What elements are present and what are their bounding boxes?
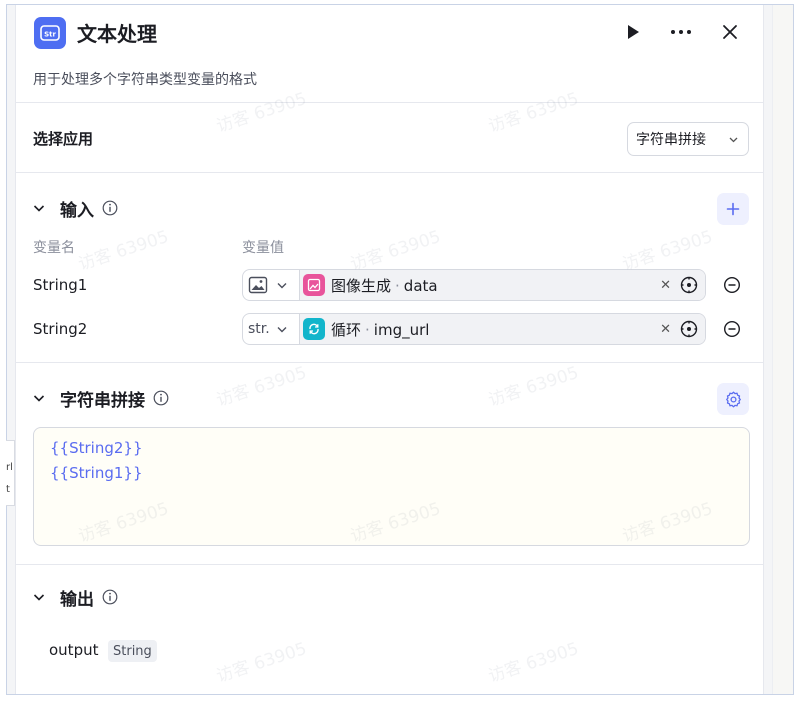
input-var-value-field[interactable]: 图像生成 · data ✕ (242, 269, 706, 301)
concat-template-editor[interactable]: {{String2}} {{String1}} (33, 427, 750, 546)
var-type-label: str. (248, 321, 270, 337)
info-icon[interactable] (153, 390, 169, 406)
background-node-card[interactable]: rl t (6, 440, 15, 506)
input-section-header[interactable]: 输入 (32, 196, 118, 221)
gear-icon (725, 391, 741, 407)
column-header-var-value: 变量值 (242, 240, 284, 256)
collapse-chevron-icon[interactable] (32, 391, 46, 405)
ref-node-name: 图像生成 (331, 276, 392, 295)
close-icon (723, 25, 737, 39)
panel-description: 用于处理多个字符串类型变量的格式 (33, 72, 257, 88)
text-processing-app-icon: Str (34, 17, 66, 49)
image-gen-icon (303, 274, 325, 296)
clear-ref-button[interactable]: ✕ (660, 322, 671, 337)
remove-input-button[interactable] (723, 276, 741, 294)
ref-var-name: img_url (373, 320, 430, 339)
background-card-text: rl (6, 462, 13, 473)
remove-input-button[interactable] (723, 320, 741, 338)
canvas-background-strip (772, 5, 793, 694)
select-app-label: 选择应用 (33, 130, 94, 148)
ref-var-name: data (403, 276, 438, 295)
variable-reference[interactable]: 图像生成 · data ✕ (300, 270, 705, 300)
node-config-panel: Str 文本处理 用于处理多个字符串类型变量的格式 选择应用 字符串拼接 输入 … (15, 5, 764, 694)
loop-icon (303, 318, 325, 340)
divider (16, 102, 763, 103)
run-button[interactable] (619, 18, 647, 46)
concat-section-title: 字符串拼接 (60, 390, 145, 411)
input-section-title: 输入 (60, 200, 94, 221)
more-button[interactable] (667, 18, 695, 46)
input-var-value-field[interactable]: str. 循环 · img_url ✕ (242, 313, 706, 345)
app-select-dropdown[interactable]: 字符串拼接 (627, 122, 749, 156)
input-var-name: String2 (33, 320, 88, 338)
close-button[interactable] (716, 18, 744, 46)
column-header-var-name: 变量名 (33, 240, 75, 256)
chevron-down-icon (277, 283, 287, 289)
plus-icon (726, 202, 740, 216)
target-icon[interactable] (680, 276, 698, 294)
divider (16, 362, 763, 363)
ref-node-name: 循环 (331, 320, 362, 339)
info-icon[interactable] (102, 589, 118, 605)
output-type-tag: String (108, 640, 157, 662)
output-section-title: 输出 (60, 589, 94, 610)
concat-section-header[interactable]: 字符串拼接 (32, 386, 169, 411)
chevron-down-icon (729, 137, 738, 143)
clear-ref-button[interactable]: ✕ (660, 278, 671, 293)
collapse-chevron-icon[interactable] (32, 590, 46, 604)
panel-header: Str 文本处理 用于处理多个字符串类型变量的格式 (16, 5, 763, 103)
target-icon[interactable] (680, 320, 698, 338)
image-icon (248, 276, 268, 294)
more-icon (671, 30, 691, 34)
play-icon (628, 25, 639, 39)
divider (16, 564, 763, 565)
output-section-header[interactable]: 输出 (32, 585, 118, 610)
input-var-name: String1 (33, 276, 88, 294)
app-icon-label: Str (44, 31, 56, 39)
template-line: {{String2}} (50, 439, 143, 457)
output-var-name: output (49, 641, 99, 659)
background-card-text: t (6, 484, 10, 495)
info-icon[interactable] (102, 200, 118, 216)
app-select-value: 字符串拼接 (636, 132, 706, 148)
variable-reference[interactable]: 循环 · img_url ✕ (300, 314, 705, 344)
divider (16, 172, 763, 173)
var-type-select[interactable] (243, 270, 300, 300)
var-type-select[interactable]: str. (243, 314, 300, 344)
add-input-button[interactable] (717, 193, 749, 225)
collapse-chevron-icon[interactable] (32, 201, 46, 215)
concat-settings-button[interactable] (717, 383, 749, 415)
chevron-down-icon (277, 327, 287, 333)
template-line: {{String1}} (50, 464, 143, 482)
panel-title: 文本处理 (77, 22, 157, 46)
